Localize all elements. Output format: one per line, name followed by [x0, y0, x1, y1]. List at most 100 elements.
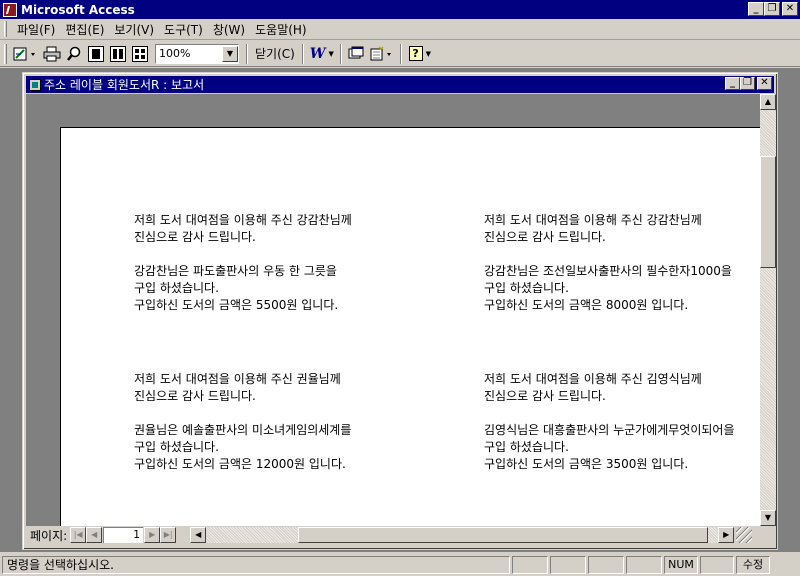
label-thanks: 진심으로 감사 드립니다.: [134, 389, 256, 403]
status-bar: 명령을 선택하십시오. NUM 수정: [0, 553, 800, 576]
report-window-title: 주소 레이블 회원도서R : 보고서: [44, 78, 205, 92]
app-title: Microsoft Access: [21, 2, 135, 17]
app-title-bar[interactable]: Microsoft Access _ ❐ ✕: [0, 0, 800, 19]
label-amount: 구입하신 도서의 금액은 3500원 입니다.: [484, 457, 689, 471]
scroll-left-button[interactable]: ◀: [190, 527, 207, 543]
help-button[interactable]: ? ▼: [405, 43, 435, 65]
toolbar-grip[interactable]: [4, 43, 7, 64]
report-icon[interactable]: [29, 78, 41, 91]
scroll-right-button[interactable]: ▶: [718, 527, 735, 543]
label-spacer: [484, 246, 760, 263]
zoom-select[interactable]: 100% ▼: [155, 43, 239, 64]
report-window-title-bar[interactable]: 주소 레이블 회원도서R : 보고서 _ ❐ ✕: [26, 76, 774, 93]
first-page-button[interactable]: |◀: [70, 527, 87, 543]
horizontal-scrollbar[interactable]: ◀ ▶: [190, 527, 735, 543]
mailing-label: 저희 도서 대여점을 이용해 주신 강감찬님께 진심으로 감사 드립니다. 강감…: [484, 212, 760, 314]
report-window: 주소 레이블 회원도서R : 보고서 _ ❐ ✕ 저희 도서 대여점을 이용해 …: [22, 72, 778, 550]
label-spacer: [134, 246, 424, 263]
close-button[interactable]: ✕: [782, 2, 798, 16]
label-thanks: 진심으로 감사 드립니다.: [484, 389, 606, 403]
toolbar-separator: [339, 43, 342, 64]
label-purchase: 김영식님은 대흥출판사의 누군가에게무엇이되어을: [484, 423, 735, 437]
report-minimize-button[interactable]: _: [725, 77, 740, 90]
design-view-button[interactable]: [11, 43, 41, 65]
label-purchase: 강감찬님은 파도출판사의 우동 한 그릇을: [134, 264, 337, 278]
print-button[interactable]: [41, 43, 63, 65]
one-page-button[interactable]: [85, 43, 107, 65]
label-amount: 구입하신 도서의 금액은 5500원 입니다.: [134, 298, 339, 312]
horizontal-scroll-thumb[interactable]: [298, 527, 709, 543]
label-spacer: [484, 405, 760, 422]
help-icon: ?: [408, 46, 423, 61]
chevron-down-icon: ▼: [328, 49, 334, 58]
minimize-button[interactable]: _: [748, 2, 764, 16]
label-thanks: 진심으로 감사 드립니다.: [134, 230, 256, 244]
print-preview-toolbar: 100% ▼ 닫기(C) W ▼ ? ▼: [0, 41, 800, 67]
two-pages-button[interactable]: [107, 43, 129, 65]
vertical-scroll-thumb[interactable]: [760, 156, 776, 268]
label-purchase: 권율님은 예솔출판사의 미소녀게임의세계를: [134, 423, 352, 437]
report-restore-button[interactable]: ❐: [740, 77, 755, 90]
label-purchased: 구입 하셨습니다.: [484, 281, 569, 295]
label-amount: 구입하신 도서의 금액은 8000원 입니다.: [484, 298, 689, 312]
menu-file[interactable]: 파일(F): [12, 21, 60, 38]
word-icon: W: [309, 45, 326, 62]
report-page[interactable]: 저희 도서 대여점을 이용해 주신 강감찬님께 진심으로 감사 드립니다. 강감…: [60, 127, 760, 526]
restore-button[interactable]: ❐: [764, 2, 780, 16]
menu-edit[interactable]: 편집(E): [60, 21, 109, 38]
record-navigation-bar: 페이지: |◀ ◀ 1 ▶ ▶| ◀ ▶: [26, 526, 776, 544]
window-controls: _ ❐ ✕: [748, 2, 798, 16]
next-page-button[interactable]: ▶: [144, 527, 161, 543]
design-view-icon: [13, 47, 35, 60]
last-page-button[interactable]: ▶|: [160, 527, 177, 543]
label-amount: 구입하신 도서의 금액은 12000원 입니다.: [134, 457, 346, 471]
page-label: 페이지:: [30, 528, 68, 543]
chevron-down-icon[interactable]: ▼: [222, 45, 238, 62]
status-indicator: [550, 555, 586, 574]
label-thanks: 진심으로 감사 드립니다.: [484, 230, 606, 244]
resize-grip-icon[interactable]: [736, 527, 753, 543]
label-spacer: [134, 405, 424, 422]
label-purchased: 구입 하셨습니다.: [134, 440, 219, 454]
menu-tools[interactable]: 도구(T): [159, 21, 208, 38]
scroll-up-button[interactable]: ▲: [760, 94, 776, 110]
access-application: Microsoft Access _ ❐ ✕ 파일(F) 편집(E) 보기(V)…: [0, 0, 800, 576]
mailing-label: 저희 도서 대여점을 이용해 주신 김영식님께 진심으로 감사 드립니다. 김영…: [484, 371, 760, 473]
toolbar-separator: [399, 43, 402, 64]
database-window-button[interactable]: [345, 43, 367, 65]
status-indicator: [588, 555, 624, 574]
menu-window[interactable]: 창(W): [208, 21, 250, 38]
label-purchased: 구입 하셨습니다.: [134, 281, 219, 295]
mode-indicator: 수정: [736, 555, 770, 574]
label-purchase: 강감찬님은 조선일보사출판사의 필수한자1000을: [484, 264, 732, 278]
toolbar-separator: [301, 43, 304, 64]
page-number-input[interactable]: 1: [103, 527, 144, 543]
label-greeting: 저희 도서 대여점을 이용해 주신 강감찬님께: [134, 213, 352, 227]
scroll-down-button[interactable]: ▼: [760, 510, 776, 526]
status-message: 명령을 선택하십시오.: [2, 555, 510, 574]
mdi-workspace: 주소 레이블 회원도서R : 보고서 _ ❐ ✕ 저희 도서 대여점을 이용해 …: [0, 68, 800, 552]
report-close-button[interactable]: ✕: [757, 77, 772, 90]
menu-help[interactable]: 도움말(H): [250, 21, 312, 38]
menu-view[interactable]: 보기(V): [109, 21, 159, 38]
menu-grip[interactable]: [4, 21, 7, 37]
status-indicator: [700, 555, 734, 574]
report-preview-area[interactable]: 저희 도서 대여점을 이용해 주신 강감찬님께 진심으로 감사 드립니다. 강감…: [26, 94, 760, 526]
office-links-button[interactable]: W ▼: [307, 43, 337, 65]
toolbar-separator: [246, 43, 248, 64]
close-preview-button[interactable]: 닫기(C): [251, 45, 299, 62]
zoom-value: 100%: [159, 47, 191, 60]
access-logo-icon[interactable]: [3, 2, 17, 17]
vertical-scrollbar[interactable]: ▲ ▼: [760, 94, 776, 526]
label-greeting: 저희 도서 대여점을 이용해 주신 김영식님께: [484, 372, 702, 386]
mailing-label: 저희 도서 대여점을 이용해 주신 권율님께 진심으로 감사 드립니다. 권율님…: [134, 371, 424, 473]
printer-icon: [43, 46, 61, 61]
previous-page-button[interactable]: ◀: [86, 527, 103, 543]
label-greeting: 저희 도서 대여점을 이용해 주신 권율님께: [134, 372, 341, 386]
two-pages-icon: [110, 45, 126, 62]
zoom-button[interactable]: [63, 43, 85, 65]
new-object-button[interactable]: [367, 43, 397, 65]
multiple-pages-button[interactable]: [129, 43, 151, 65]
one-page-icon: [88, 45, 104, 62]
chevron-down-icon: ▼: [425, 49, 432, 58]
